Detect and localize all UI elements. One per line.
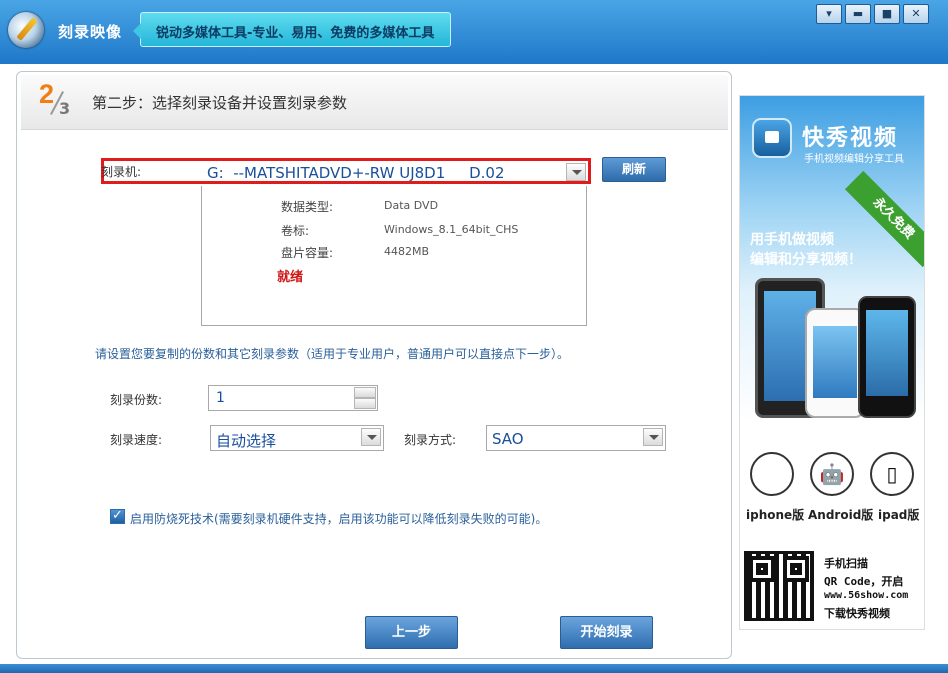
burner-select[interactable]: G: --MATSHITADVD+-RW UJ8D1 D.02 — [101, 158, 591, 184]
qr-line-1: 手机扫描 — [824, 557, 868, 570]
android-phone-image — [858, 296, 916, 418]
info-value-capacity: 4482MB — [384, 245, 430, 258]
speed-label: 刻录速度: — [110, 433, 163, 447]
qr-line-3: www.56show.com — [824, 590, 909, 601]
burner-selected-value: G: --MATSHITADVD+-RW UJ8D1 D.02 — [207, 164, 505, 182]
qr-line-2: QR Code，开启 — [824, 575, 904, 588]
bottom-bar — [0, 664, 948, 673]
app-title: 刻录映像 — [58, 23, 123, 41]
ipad-icon[interactable]: ▯ — [870, 452, 914, 496]
qr-line-4: 下载快秀视频 — [824, 607, 890, 620]
chevron-down-icon[interactable] — [643, 428, 663, 446]
mode-select[interactable]: SAO — [486, 425, 666, 451]
speed-value: 自动选择 — [216, 432, 277, 450]
spin-up-icon[interactable] — [354, 387, 376, 398]
mode-label: 刻录方式: — [404, 433, 457, 447]
info-label-volume: 卷标: — [281, 224, 310, 238]
speed-select[interactable]: 自动选择 — [210, 425, 384, 451]
chevron-down-icon[interactable] — [566, 163, 586, 181]
settings-hint: 请设置您要复制的份数和其它刻录参数（适用于专业用户，普通用户可以直接点下一步）。 — [95, 347, 570, 361]
info-label-capacity: 盘片容量: — [281, 246, 334, 260]
copies-value: 1 — [216, 390, 225, 406]
qr-code-icon — [744, 551, 814, 621]
status-text: 就绪 — [277, 270, 304, 285]
prev-step-button[interactable]: 上一步 — [365, 616, 458, 649]
menu-dropdown-button[interactable]: ▾ — [816, 4, 842, 24]
info-value-type: Data DVD — [384, 199, 439, 212]
burnproof-label: 启用防烧死技术(需要刻录机硬件支持，启用该功能可以降低刻录失败的可能)。 — [130, 512, 548, 526]
minimize-button[interactable]: ▬ — [845, 4, 871, 24]
step-header: 2 3 第二步：选择刻录设备并设置刻录参数 — [21, 75, 728, 130]
start-burn-button[interactable]: 开始刻录 — [560, 616, 653, 649]
info-label-type: 数据类型: — [281, 200, 334, 214]
app-logo-icon — [8, 12, 44, 48]
info-value-volume: Windows_8.1_64bit_CHS — [384, 223, 519, 236]
mode-value: SAO — [492, 430, 524, 448]
ad-ribbon-clip: 永久免费 — [740, 96, 924, 296]
main-panel: 2 3 第二步：选择刻录设备并设置刻录参数 G: --MATSHITADVD+-… — [16, 71, 732, 659]
refresh-button[interactable]: 刷新 — [602, 157, 666, 182]
spin-down-icon[interactable] — [354, 398, 376, 409]
title-bar: 刻录映像 锐动多媒体工具-专业、易用、免费的多媒体工具 ▾ ▬ ■ ✕ — [0, 0, 948, 64]
platform-label-ipad: ipad版 — [878, 508, 920, 522]
copies-stepper[interactable]: 1 — [208, 385, 378, 411]
burnproof-checkbox[interactable] — [110, 508, 125, 524]
step-current: 2 — [39, 79, 55, 109]
android-icon[interactable]: 🤖 — [810, 452, 854, 496]
ad-ribbon: 永久免费 — [844, 170, 924, 268]
slogan-banner: 锐动多媒体工具-专业、易用、免费的多媒体工具 — [133, 12, 451, 47]
disc-info-box: 数据类型: Data DVD 卷标: Windows_8.1_64bit_CHS… — [201, 186, 587, 326]
close-button[interactable]: ✕ — [903, 4, 929, 24]
maximize-button[interactable]: ■ — [874, 4, 900, 24]
ad-banner[interactable]: 快秀视频 手机视频编辑分享工具 用手机做视频 编辑和分享视频！ 永久免费 🤖 ▯… — [739, 95, 925, 630]
step-title: 第二步：选择刻录设备并设置刻录参数 — [92, 94, 348, 112]
copies-label: 刻录份数: — [110, 393, 163, 407]
burner-label: 刻录机: — [101, 165, 142, 179]
platform-label-android: Android版 — [808, 508, 874, 522]
platform-label-iphone: iphone版 — [746, 508, 805, 522]
apple-icon[interactable] — [750, 452, 794, 496]
step-total: 3 — [59, 99, 71, 118]
iphone-image — [805, 308, 865, 418]
chevron-down-icon[interactable] — [361, 428, 381, 446]
